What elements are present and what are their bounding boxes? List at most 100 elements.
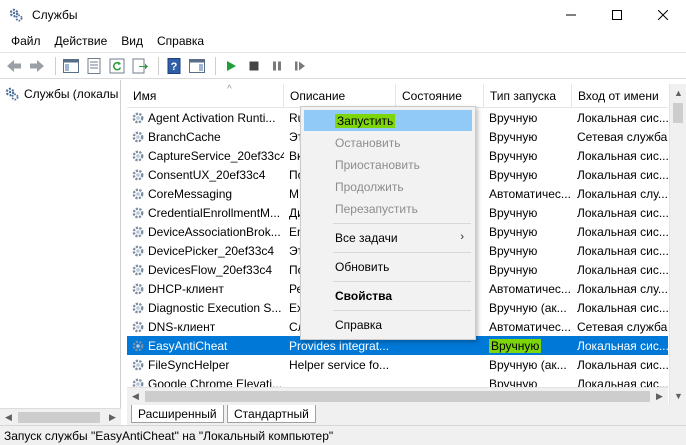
cell-name: Agent Activation Runti... xyxy=(127,108,284,127)
scroll-thumb[interactable] xyxy=(145,391,650,402)
forward-button[interactable] xyxy=(27,56,47,76)
scroll-right-arrow-icon[interactable]: ▶ xyxy=(104,409,121,426)
scroll-thumb[interactable] xyxy=(18,412,100,423)
context-menu: Запустить Остановить Приостановить Продо… xyxy=(300,106,476,340)
console-tree-pane: Службы (локалы ◀ ▶ xyxy=(0,80,121,425)
services-gear-icon xyxy=(9,8,23,22)
column-logon-as[interactable]: Вход от имени xyxy=(572,84,668,108)
ctx-all-tasks-label: Все задачи xyxy=(335,230,398,245)
cell-name: DeviceAssociationBrok... xyxy=(127,222,284,241)
stop-service-button[interactable] xyxy=(244,56,264,76)
properties-sheet-button[interactable] xyxy=(84,56,104,76)
cell-name: EasyAntiCheat xyxy=(127,336,284,355)
scroll-up-arrow-icon[interactable]: ▲ xyxy=(670,84,686,101)
cell-startup-type: Вручную xyxy=(489,243,538,258)
service-gear-icon xyxy=(132,169,144,180)
cell-logon-as: Сетевая служба xyxy=(577,129,668,144)
tab-standard[interactable]: Стандартный xyxy=(227,405,316,423)
restart-service-button[interactable] xyxy=(290,56,310,76)
restart-icon xyxy=(295,61,305,70)
service-name: CaptureService_20ef33c4 xyxy=(148,148,284,163)
forward-arrow-icon xyxy=(30,59,44,72)
ctx-pause[interactable]: Приостановить xyxy=(304,154,472,175)
horizontal-scrollbar[interactable]: ◀ ▶ xyxy=(127,387,668,404)
service-name: CoreMessaging xyxy=(148,186,233,201)
refresh-button[interactable] xyxy=(107,56,127,76)
cell-startup-type: Автоматичес... xyxy=(489,319,571,334)
cell-state xyxy=(396,355,484,374)
column-startup-type[interactable]: Тип запуска xyxy=(484,84,572,108)
cell-startup-type: Вручную xyxy=(489,148,538,163)
service-gear-icon xyxy=(132,359,144,370)
service-name: FileSyncHelper xyxy=(148,357,230,372)
cell-startup-type: Вручную (ак... xyxy=(489,300,567,315)
ctx-properties[interactable]: Свойства xyxy=(304,285,472,306)
menu-file[interactable]: Файл xyxy=(4,34,48,48)
help-button[interactable]: ? xyxy=(164,56,184,76)
scroll-left-arrow-icon[interactable]: ◀ xyxy=(0,409,17,426)
pause-service-button[interactable] xyxy=(267,56,287,76)
minimize-icon xyxy=(566,14,576,16)
tree-item-services-local[interactable]: Службы (локалы xyxy=(4,86,118,102)
cell-logon-as: Локальная сис... xyxy=(577,205,668,220)
pause-icon xyxy=(273,61,281,70)
service-gear-icon xyxy=(132,340,144,351)
close-button[interactable] xyxy=(640,0,686,30)
menu-help[interactable]: Справка xyxy=(150,34,211,48)
export-list-button[interactable] xyxy=(130,56,150,76)
minimize-button[interactable] xyxy=(548,0,594,30)
column-description[interactable]: Описание xyxy=(284,84,396,108)
console-tree-icon xyxy=(63,58,79,73)
service-name: CredentialEnrollmentM... xyxy=(148,205,281,220)
start-service-button[interactable] xyxy=(221,56,241,76)
scroll-right-arrow-icon[interactable]: ▶ xyxy=(651,388,668,405)
service-gear-icon xyxy=(132,245,144,256)
toolbar-separator xyxy=(55,56,56,75)
cell-name: Diagnostic Execution S... xyxy=(127,298,284,317)
service-gear-icon xyxy=(132,264,144,275)
column-state[interactable]: Состояние xyxy=(396,84,484,108)
refresh-icon xyxy=(109,58,125,73)
menu-action[interactable]: Действие xyxy=(48,34,115,48)
toolbar: ? xyxy=(0,52,686,79)
cell-startup-type: Вручную xyxy=(489,205,538,220)
svg-text:?: ? xyxy=(171,61,178,73)
service-gear-icon xyxy=(132,283,144,294)
service-gear-icon xyxy=(132,188,144,199)
column-name[interactable]: Имя xyxy=(127,84,284,108)
ctx-refresh[interactable]: Обновить xyxy=(304,256,472,277)
cell-logon-as: Локальная сис... xyxy=(577,243,668,258)
properties-sheet-icon xyxy=(87,57,101,74)
ctx-all-tasks[interactable]: Все задачи › xyxy=(304,227,472,248)
ctx-restart[interactable]: Перезапустить xyxy=(304,198,472,219)
console-tree-button[interactable] xyxy=(61,56,81,76)
back-button[interactable] xyxy=(4,56,24,76)
ctx-stop[interactable]: Остановить xyxy=(304,132,472,153)
menu-view[interactable]: Вид xyxy=(114,34,150,48)
scroll-left-arrow-icon[interactable]: ◀ xyxy=(127,388,144,405)
tab-extended[interactable]: Расширенный xyxy=(131,405,224,423)
cell-logon-as: Локальная сис... xyxy=(577,262,668,277)
cell-startup-type: Вручную xyxy=(489,262,538,277)
service-name: Diagnostic Execution S... xyxy=(148,300,282,315)
window-title: Службы xyxy=(32,8,78,22)
cell-startup-type: Автоматичес... xyxy=(489,186,571,201)
service-gear-icon xyxy=(132,112,144,123)
scroll-thumb[interactable] xyxy=(673,103,683,123)
maximize-button[interactable] xyxy=(594,0,640,30)
show-hide-pane-button[interactable] xyxy=(187,56,207,76)
tree-horizontal-scrollbar[interactable]: ◀ ▶ xyxy=(0,408,121,425)
status-text: Запуск службы "EasyAntiCheat" на "Локаль… xyxy=(4,428,334,443)
ctx-resume[interactable]: Продолжить xyxy=(304,176,472,197)
sort-ascending-icon: ^ xyxy=(227,84,232,95)
scroll-down-arrow-icon[interactable]: ▼ xyxy=(670,387,686,404)
cell-logon-as: Локальная сис... xyxy=(577,224,668,239)
ctx-start[interactable]: Запустить xyxy=(304,110,472,131)
table-row[interactable]: FileSyncHelper Helper service fo... Вручну… xyxy=(127,355,668,374)
ctx-help[interactable]: Справка xyxy=(304,314,472,335)
vertical-scrollbar[interactable]: ▲ ▼ xyxy=(669,84,686,404)
close-icon xyxy=(658,10,668,20)
cell-startup-type: Вручную xyxy=(489,167,538,182)
cell-name: BranchCache xyxy=(127,127,284,146)
service-gear-icon xyxy=(132,321,144,332)
